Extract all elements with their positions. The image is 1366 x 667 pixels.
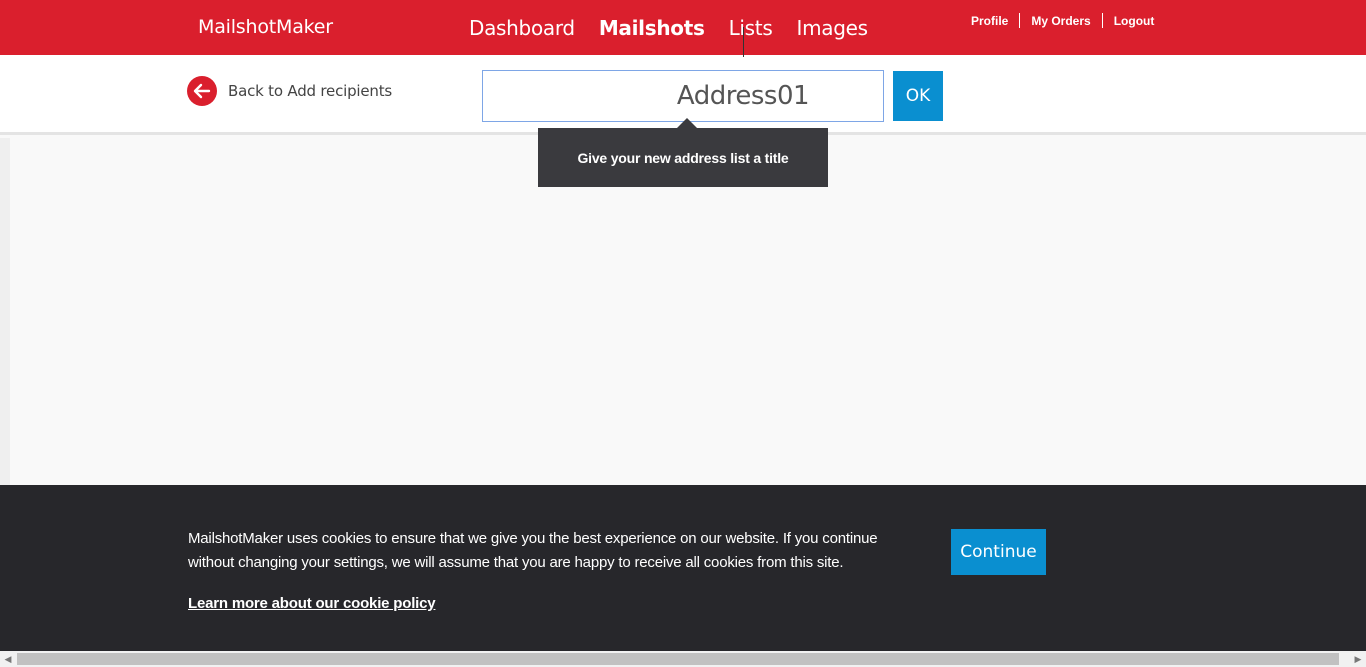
nav-divider (1101, 13, 1103, 28)
cookie-policy-link[interactable]: Learn more about our cookie policy (188, 595, 436, 612)
scrollbar-thumb[interactable] (17, 653, 1339, 665)
left-edge-strip (0, 138, 10, 485)
back-button[interactable]: Back to Add recipients (187, 76, 392, 106)
nav-divider (1019, 13, 1021, 28)
cookie-message: MailshotMaker uses cookies to ensure tha… (188, 530, 878, 571)
nav-dashboard[interactable]: Dashboard (469, 16, 575, 40)
user-nav: Profile My Orders Logout (971, 13, 1154, 28)
top-navigation-bar: MailshotMaker Dashboard Mailshots Lists … (0, 0, 1366, 55)
logout-link[interactable]: Logout (1114, 14, 1155, 28)
profile-link[interactable]: Profile (971, 14, 1008, 28)
cookie-banner: MailshotMaker uses cookies to ensure tha… (0, 485, 1366, 651)
horizontal-scrollbar[interactable]: ◀ ▶ (0, 651, 1366, 667)
text-caret (743, 27, 744, 57)
list-title-input[interactable] (482, 70, 884, 122)
logo[interactable]: MailshotMaker (198, 16, 333, 38)
nav-lists[interactable]: Lists (729, 16, 773, 40)
continue-button[interactable]: Continue (951, 529, 1046, 575)
my-orders-link[interactable]: My Orders (1031, 14, 1090, 28)
arrow-left-circle-icon (187, 76, 217, 106)
nav-mailshots[interactable]: Mailshots (599, 16, 705, 40)
tooltip-arrow (677, 118, 697, 128)
nav-images[interactable]: Images (796, 16, 868, 40)
ok-button[interactable]: OK (893, 71, 943, 121)
back-label: Back to Add recipients (228, 82, 393, 100)
scroll-right-icon[interactable]: ▶ (1350, 651, 1366, 667)
main-content (0, 138, 1366, 485)
scroll-left-icon[interactable]: ◀ (0, 651, 16, 667)
title-tooltip: Give your new address list a title (538, 128, 828, 187)
main-nav: Dashboard Mailshots Lists Images (469, 16, 892, 40)
